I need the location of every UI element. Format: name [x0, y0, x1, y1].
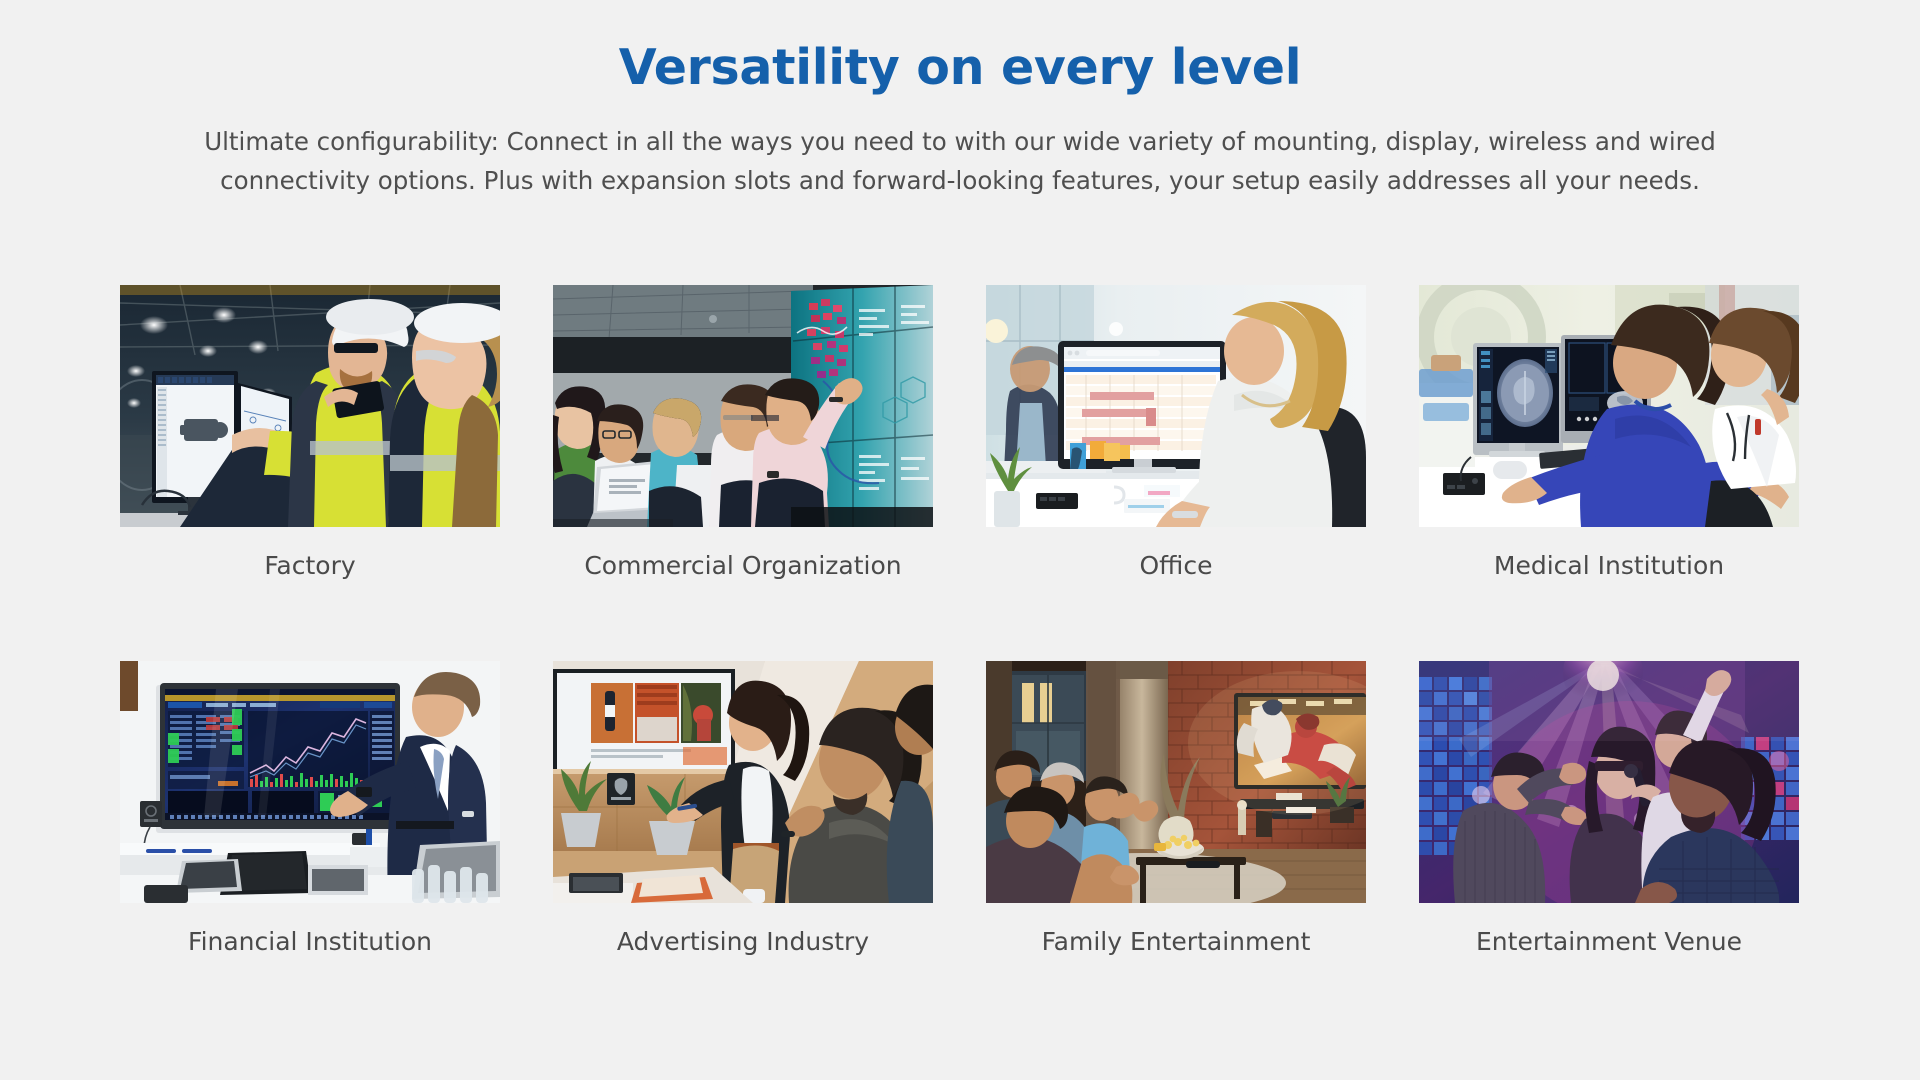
- use-case-caption: Factory: [264, 551, 356, 580]
- section-subtitle: Ultimate configurability: Connect in all…: [165, 122, 1755, 200]
- office-photo[interactable]: [986, 285, 1366, 527]
- use-case-card-commercial-organization[interactable]: Commercial Organization: [553, 285, 933, 581]
- commercial-organization-photo[interactable]: [553, 285, 933, 527]
- use-case-caption: Advertising Industry: [616, 927, 870, 956]
- page-title: Versatility on every level: [618, 39, 1302, 96]
- subtitle-line-1: Ultimate configurability: Connect in all…: [204, 127, 1716, 157]
- use-case-card-financial-institution[interactable]: Financial Institution: [120, 661, 500, 957]
- use-case-caption: Family Entertainment: [1041, 927, 1311, 956]
- financial-institution-photo[interactable]: [120, 661, 500, 903]
- subtitle-line-2: connectivity options. Plus with expansio…: [220, 166, 1700, 196]
- section-header: Versatility on every level Ultimate conf…: [0, 0, 1920, 200]
- use-case-caption: Office: [1139, 551, 1213, 580]
- advertising-industry-photo[interactable]: [553, 661, 933, 903]
- use-case-caption: Medical Institution: [1493, 551, 1725, 580]
- family-entertainment-photo[interactable]: [986, 661, 1366, 903]
- entertainment-venue-photo[interactable]: [1419, 661, 1799, 903]
- versatility-section: Versatility on every level Ultimate conf…: [0, 0, 1920, 1080]
- use-case-caption: Financial Institution: [188, 927, 432, 956]
- medical-institution-photo[interactable]: [1419, 285, 1799, 527]
- factory-photo[interactable]: [120, 285, 500, 527]
- use-case-card-office[interactable]: Office: [986, 285, 1366, 581]
- use-case-card-advertising-industry[interactable]: Advertising Industry: [553, 661, 933, 957]
- use-case-caption: Entertainment Venue: [1476, 927, 1742, 956]
- use-case-caption: Commercial Organization: [584, 551, 902, 580]
- use-case-card-entertainment-venue[interactable]: Entertainment Venue: [1419, 661, 1799, 957]
- use-case-card-family-entertainment[interactable]: Family Entertainment: [986, 661, 1366, 957]
- use-case-grid: Factory Commercial Organization Office M…: [120, 285, 1800, 957]
- use-case-card-medical-institution[interactable]: Medical Institution: [1419, 285, 1799, 581]
- use-case-card-factory[interactable]: Factory: [120, 285, 500, 581]
